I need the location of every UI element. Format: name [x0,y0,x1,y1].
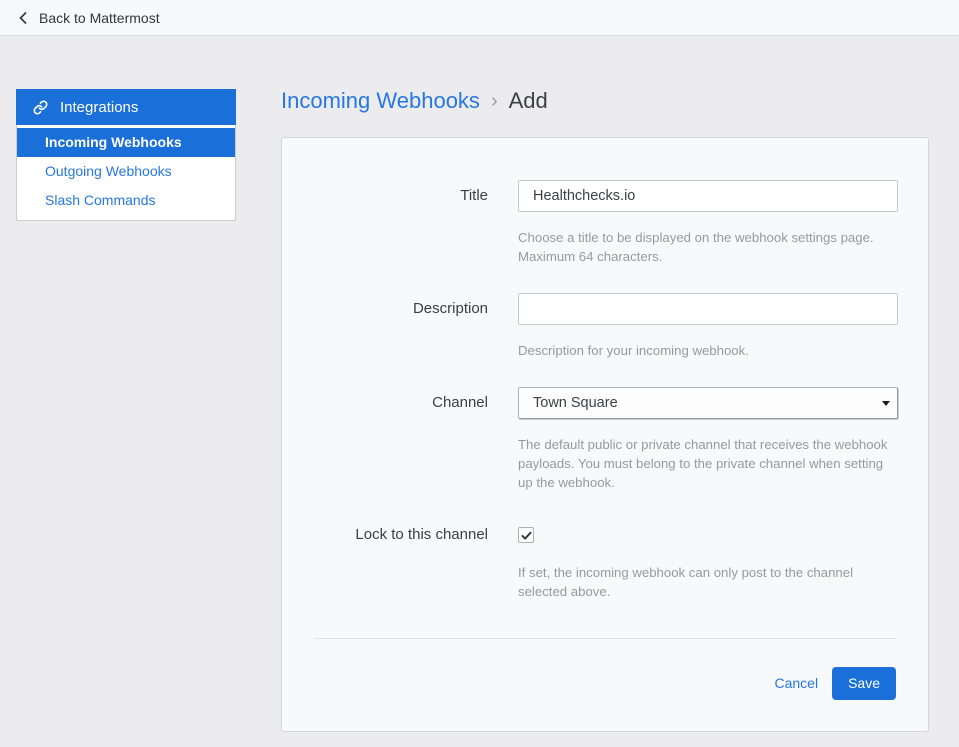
breadcrumb-parent-link[interactable]: Incoming Webhooks [281,86,480,116]
main-content: Incoming Webhooks › Add Title Choose a t… [281,86,929,732]
sidebar-item-slash-commands[interactable]: Slash Commands [17,186,235,215]
description-input[interactable] [518,293,898,325]
lock-channel-checkbox[interactable] [518,527,534,543]
back-label: Back to Mattermost [39,9,160,26]
page-title: Add [508,88,548,113]
caret-down-icon [882,401,890,406]
form-actions: Cancel Save [314,639,896,731]
title-row: Title Choose a title to be displayed on … [314,180,898,266]
title-label: Title [460,187,488,204]
sidebar-header-label: Integrations [60,98,139,116]
lock-channel-row: Lock to this channel If set, the incomin… [314,519,896,601]
channel-label: Channel [432,394,488,411]
sidebar-item-outgoing-webhooks[interactable]: Outgoing Webhooks [17,157,235,186]
channel-row: Channel Town Square The default public o… [314,387,898,492]
sidebar-header-integrations[interactable]: Integrations [16,89,236,125]
channel-help-text: The default public or private channel th… [518,437,888,490]
channel-select[interactable]: Town Square [518,387,898,419]
breadcrumb: Incoming Webhooks › Add [281,86,929,116]
description-label: Description [412,300,488,317]
channel-selected-value: Town Square [533,395,618,411]
sidebar-menu: Incoming Webhooks Outgoing Webhooks Slas… [16,125,236,221]
webhook-form-card: Title Choose a title to be displayed on … [281,137,929,732]
save-button[interactable]: Save [832,666,896,700]
title-input[interactable] [518,180,898,212]
lock-channel-help-text: If set, the incoming webhook can only po… [518,564,854,599]
link-icon [33,100,48,115]
cancel-button[interactable]: Cancel [774,675,818,691]
lock-channel-label: Lock to this channel [355,526,488,543]
chevron-left-icon [16,10,30,26]
back-to-mattermost-button[interactable]: Back to Mattermost [0,0,959,36]
breadcrumb-separator: › [490,90,498,112]
title-help-text: Choose a title to be displayed on the we… [518,230,874,264]
description-row: Description Description for your incomin… [314,293,898,360]
sidebar-item-incoming-webhooks[interactable]: Incoming Webhooks [17,128,235,157]
integrations-sidebar: Integrations Incoming Webhooks Outgoing … [16,89,236,221]
description-help-text: Description for your incoming webhook. [518,343,749,358]
